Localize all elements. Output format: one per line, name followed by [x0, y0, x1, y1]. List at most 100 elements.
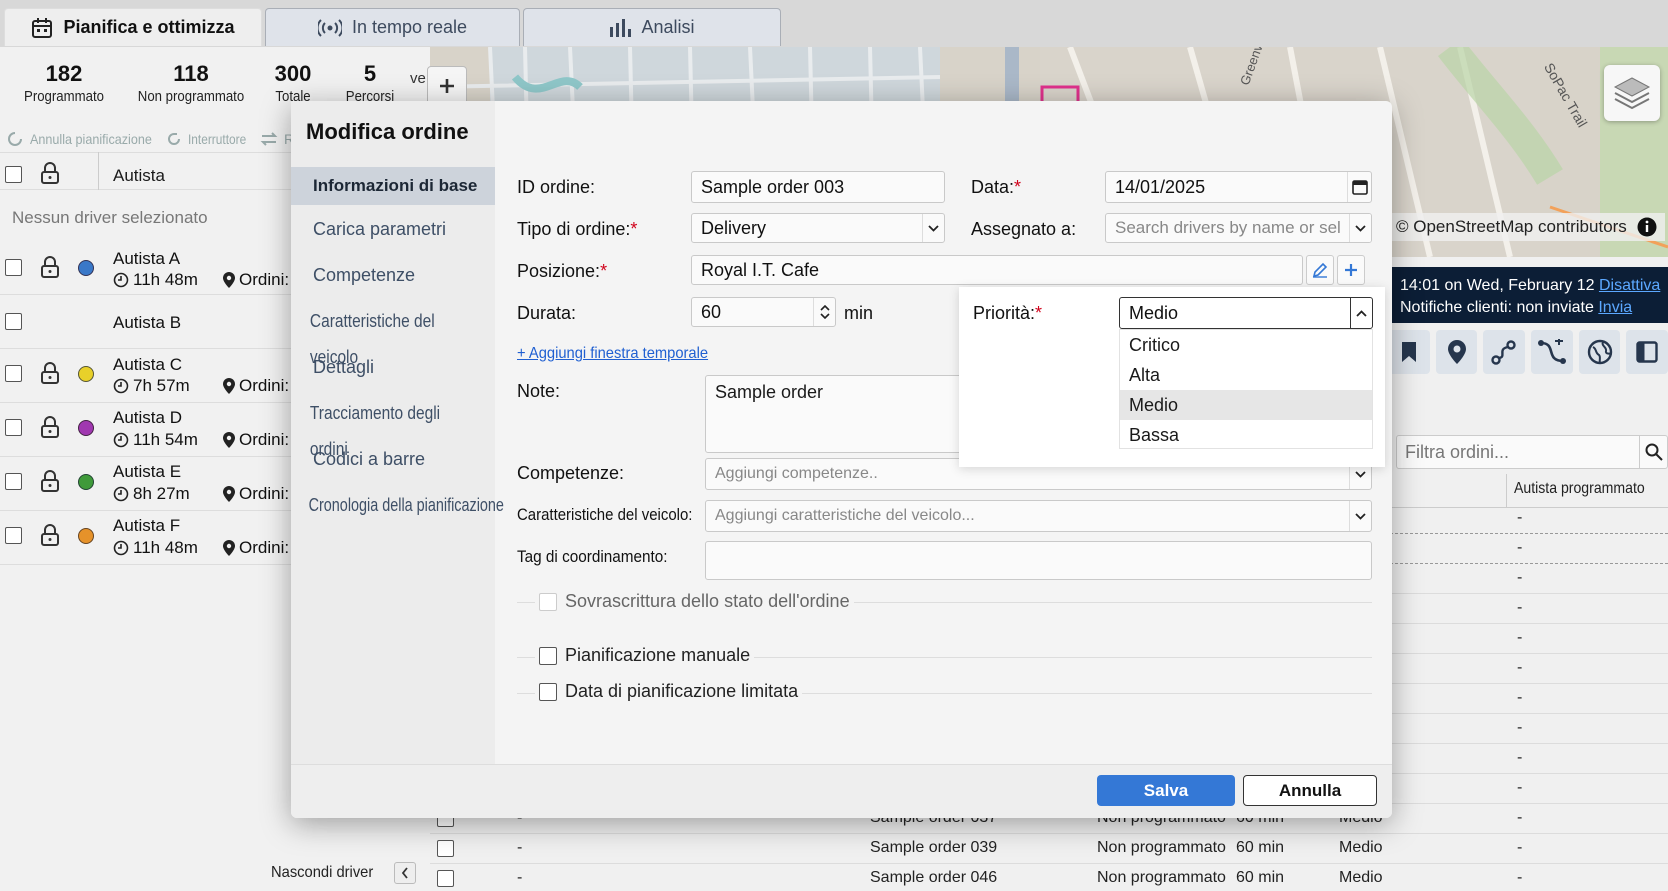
nav-order-tracking[interactable]: Tracciamento degli ordini — [291, 395, 466, 459]
disable-link[interactable]: Disattiva — [1599, 277, 1660, 294]
driver-color-dot — [78, 474, 94, 490]
nav-planning-history[interactable]: Cronologia della pianificazione — [291, 487, 504, 523]
select-all-checkbox[interactable] — [5, 166, 22, 183]
info-icon[interactable] — [1637, 217, 1657, 237]
calendar-picker-icon[interactable] — [1347, 172, 1371, 202]
tab-analysis[interactable]: Analisi — [523, 8, 781, 46]
location-button[interactable] — [1435, 330, 1478, 374]
lock-icon[interactable] — [40, 362, 60, 384]
priority-label-text: Priorità: — [973, 303, 1036, 323]
duration-input[interactable]: 60 — [691, 297, 836, 327]
switch-button[interactable]: Interruttore — [188, 131, 246, 147]
edit-position-button[interactable] — [1306, 255, 1334, 285]
driver-checkbox[interactable] — [5, 527, 22, 544]
collapse-left-button[interactable] — [394, 862, 416, 884]
manual-planning-option[interactable]: Pianificazione manuale — [535, 645, 755, 666]
unplan-button[interactable]: Annulla pianificazione — [30, 131, 152, 147]
order-cell-driver: - — [1517, 569, 1523, 586]
nav-vehicle-features[interactable]: Caratteristiche del veicolo — [291, 303, 466, 367]
layers-button[interactable] — [1604, 65, 1660, 121]
manual-planning-label: Pianificazione manuale — [565, 645, 751, 665]
unplan-icon — [6, 130, 24, 148]
driver-checkbox[interactable] — [5, 259, 22, 276]
save-button[interactable]: Salva — [1097, 775, 1235, 806]
order-type-label-text: Tipo di ordine: — [517, 219, 631, 239]
priority-option-high[interactable]: Alta — [1120, 360, 1372, 390]
stat-total: 300 Totale — [262, 60, 324, 105]
limited-date-option[interactable]: Data di pianificazione limitata — [535, 681, 803, 702]
priority-option-critical[interactable]: Critico — [1120, 330, 1372, 360]
lock-icon[interactable] — [40, 256, 60, 278]
priority-select[interactable]: Medio — [1119, 297, 1373, 329]
orders-label: Ordini: — [239, 376, 290, 395]
priority-option-low[interactable]: Bassa — [1120, 420, 1372, 450]
priority-option-medium[interactable]: Medio — [1120, 390, 1372, 420]
notify-status: Notifiche clienti: non inviate — [1400, 299, 1594, 316]
vehicle-features-label: Caratteristiche del veicolo: — [517, 505, 693, 524]
driver-checkbox[interactable] — [5, 365, 22, 382]
tab-plan-optimize[interactable]: Pianifica e ottimizza — [4, 8, 262, 46]
path-button[interactable] — [1531, 330, 1573, 374]
hide-drivers-label[interactable]: Nascondi driver — [271, 864, 373, 882]
limited-date-label: Data di pianificazione limitata — [565, 681, 799, 701]
globe-button[interactable] — [1578, 330, 1621, 374]
lock-icon[interactable] — [40, 416, 60, 438]
add-position-button[interactable] — [1337, 255, 1365, 285]
driver-time: 8h 27m — [133, 484, 190, 503]
broadcast-icon — [317, 18, 342, 37]
driver-checkbox[interactable] — [5, 313, 22, 330]
order-cell-driver: - — [1517, 509, 1523, 526]
nav-load-params[interactable]: Carica parametri — [291, 211, 495, 247]
nav-barcodes[interactable]: Codici a barre — [291, 441, 495, 477]
globe-icon — [1587, 339, 1613, 365]
order-type-select[interactable]: Delivery — [691, 213, 945, 243]
driver-time: 11h 48m — [133, 270, 198, 289]
notification-banner: 14:01 on Wed, February 12 Disattiva Noti… — [1388, 267, 1668, 323]
filter-orders-input[interactable]: Filtra ordini... — [1396, 435, 1668, 469]
driver-checkbox[interactable] — [5, 473, 22, 490]
search-icon[interactable] — [1639, 436, 1667, 468]
table-row[interactable]: - Sample order 039 Non programmato 60 min Me… — [430, 834, 1668, 864]
position-input[interactable]: Royal I.T. Cafe — [691, 255, 1303, 285]
duration-stepper[interactable] — [813, 298, 835, 326]
priority-value: Medio — [1129, 302, 1179, 323]
chevron-down-icon — [922, 214, 944, 242]
stat-label: Non programmato — [137, 88, 245, 105]
manual-planning-checkbox[interactable] — [539, 646, 557, 665]
lock-icon[interactable] — [40, 524, 60, 546]
cancel-button[interactable]: Annulla — [1243, 775, 1377, 806]
nav-details[interactable]: Dettagli — [291, 349, 495, 385]
lock-icon[interactable] — [40, 470, 60, 492]
order-id-input[interactable]: Sample order 003 — [691, 171, 945, 203]
bookmark-button[interactable] — [1388, 330, 1430, 374]
assigned-driver-select[interactable]: Search drivers by name or sel — [1105, 213, 1372, 243]
order-cell-name: Sample order 046 — [870, 869, 998, 886]
stat-scheduled: 182 Programmato — [14, 60, 114, 105]
send-link[interactable]: Invia — [1598, 299, 1632, 316]
row-checkbox[interactable] — [437, 840, 454, 857]
table-row[interactable]: - Sample order 046 Non programmato 60 min Me… — [430, 864, 1668, 891]
vehicle-features-select[interactable]: Aggiungi caratteristiche del veicolo... — [705, 500, 1372, 532]
chevron-down-icon — [1349, 501, 1371, 531]
refresh-icon — [166, 131, 182, 147]
panel-button[interactable] — [1626, 330, 1668, 374]
route-button[interactable] — [1483, 330, 1526, 374]
date-label: Data:* — [971, 177, 1022, 197]
driver-color-dot — [78, 260, 94, 276]
nav-skills[interactable]: Competenze — [291, 257, 495, 293]
nav-basic-info[interactable]: Informazioni di base — [291, 167, 495, 205]
date-input[interactable]: 14/01/2025 — [1105, 171, 1372, 203]
duration-label: Durata: — [517, 303, 577, 323]
zoom-in-button[interactable] — [427, 66, 467, 106]
truncated-label: ve — [410, 70, 426, 87]
driver-checkbox[interactable] — [5, 419, 22, 436]
bookmark-icon — [1401, 341, 1417, 363]
map-attribution: © OpenStreetMap contributors — [1388, 213, 1665, 241]
map-pin-icon — [1447, 340, 1466, 364]
coordination-tag-input[interactable] — [705, 541, 1372, 580]
driver-time: 11h 54m — [133, 430, 198, 449]
limited-date-checkbox[interactable] — [539, 682, 557, 701]
add-time-window-link[interactable]: + Aggiungi finestra temporale — [517, 345, 708, 363]
row-checkbox[interactable] — [437, 870, 454, 887]
tab-realtime[interactable]: In tempo reale — [265, 8, 520, 46]
